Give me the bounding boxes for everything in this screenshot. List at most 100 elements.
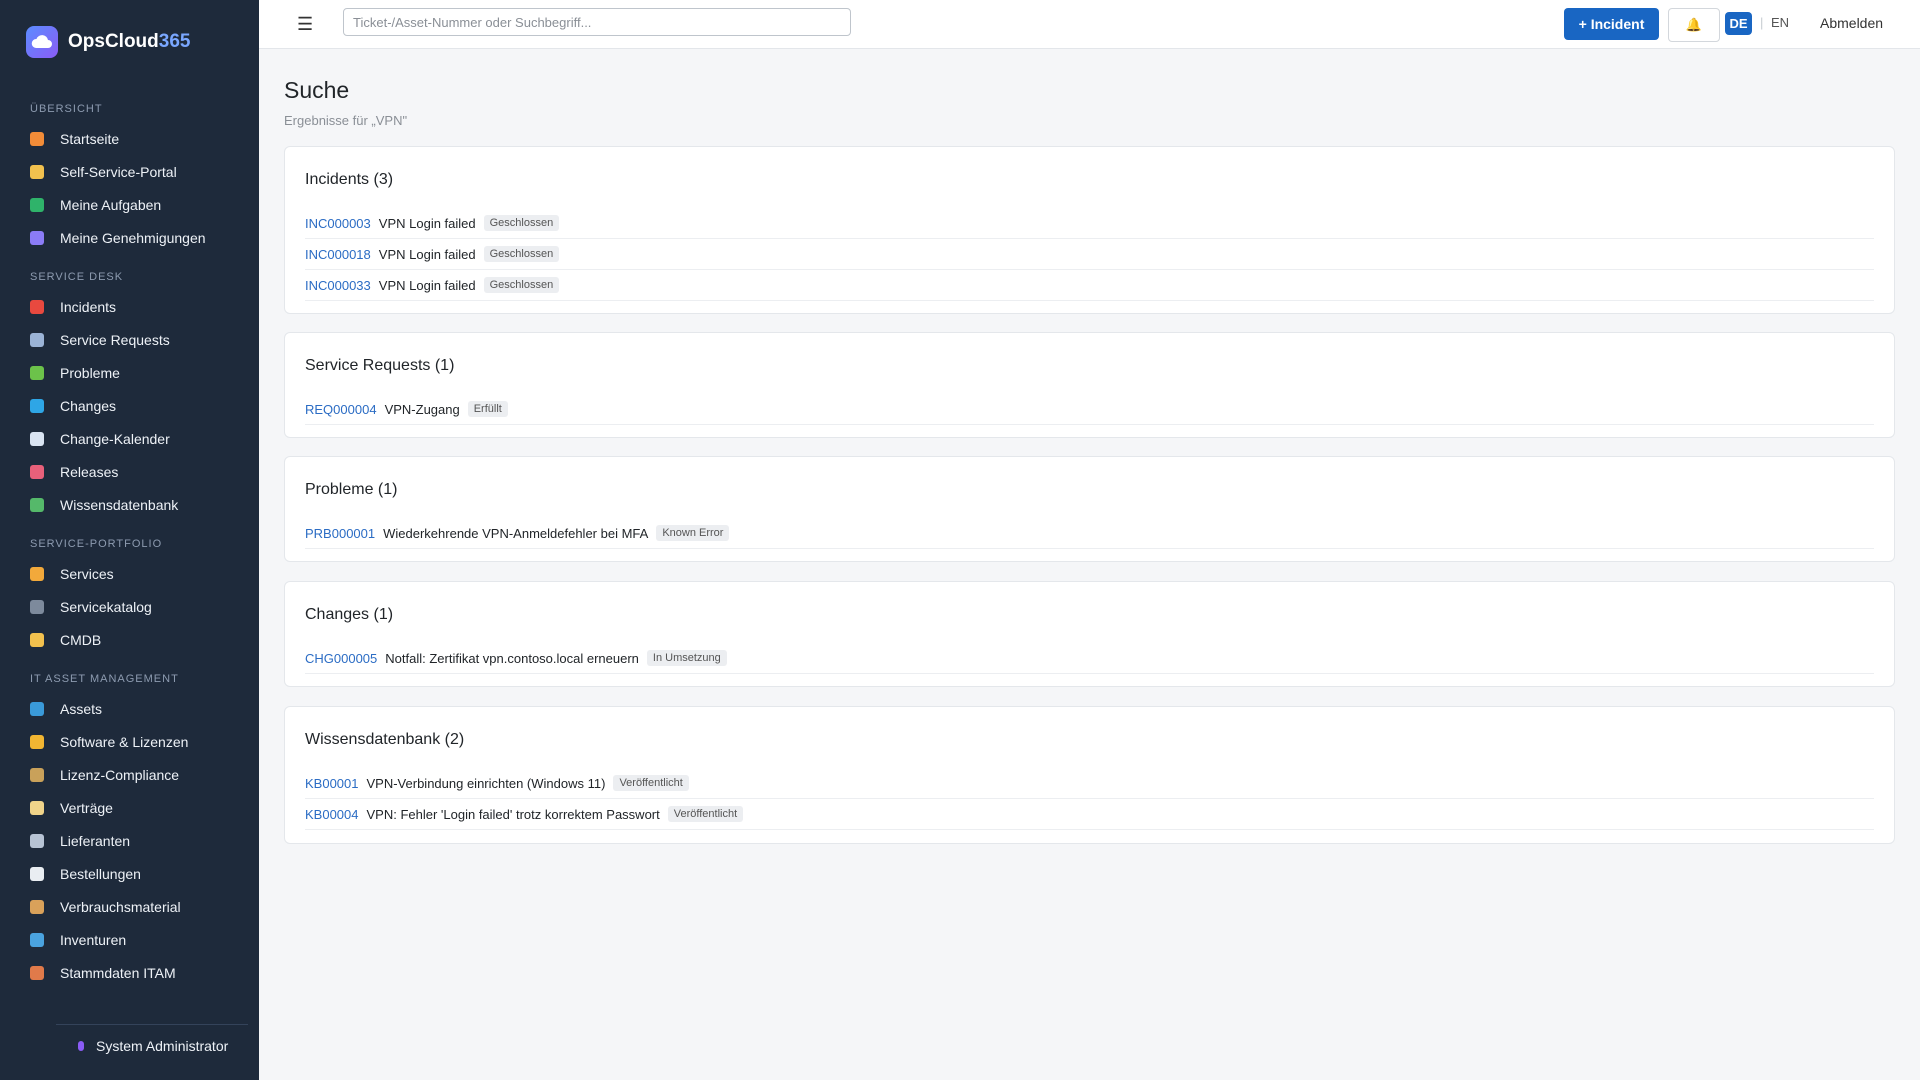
language-en-button[interactable]: EN <box>1771 15 1789 30</box>
notifications-button[interactable]: 🔔 <box>1668 8 1720 42</box>
sidebar-item-probleme[interactable]: Probleme <box>0 356 259 389</box>
result-title: VPN-Verbindung einrichten (Windows 11) <box>366 775 606 791</box>
rocket-icon <box>30 464 44 479</box>
sidebar-item-label: Startseite <box>60 130 120 147</box>
sidebar-item-services[interactable]: Services <box>0 557 259 590</box>
result-id-link[interactable]: KB00004 <box>305 807 359 822</box>
sidebar-item-verbrauchsmaterial[interactable]: Verbrauchsmaterial <box>0 890 259 923</box>
bricks-icon <box>30 965 44 980</box>
person-icon <box>30 164 44 179</box>
result-id-link[interactable]: KB00001 <box>305 776 359 791</box>
result-row: INC000003 VPN Login failed Geschlossen <box>305 208 1874 239</box>
status-badge: Geschlossen <box>483 277 560 293</box>
sidebar-item-stammdaten-itam[interactable]: Stammdaten ITAM <box>0 956 259 989</box>
result-card: Changes (1) CHG000005 Notfall: Zertifikat … <box>284 581 1895 687</box>
result-id-link[interactable]: REQ000004 <box>305 402 377 417</box>
brand-name-accent: 365 <box>158 31 191 52</box>
sidebar-item-lieferanten[interactable]: Lieferanten <box>0 824 259 857</box>
result-id-link[interactable]: INC000018 <box>305 247 371 262</box>
result-row: INC000033 VPN Login failed Geschlossen <box>305 270 1874 301</box>
status-badge: Geschlossen <box>483 246 560 262</box>
sidebar-item-bestellungen[interactable]: Bestellungen <box>0 857 259 890</box>
sidebar-item-releases[interactable]: Releases <box>0 455 259 488</box>
sidebar-item-self-service-portal[interactable]: Self-Service-Portal <box>0 155 259 188</box>
cloud-logo-icon <box>26 26 58 58</box>
sidebar-item-assets[interactable]: Assets <box>0 692 259 725</box>
sidebar-item-label: Probleme <box>60 364 120 381</box>
sidebar-section-heading: Service Desk <box>30 271 124 283</box>
result-card: Probleme (1) PRB000001 Wiederkehrende VPN-… <box>284 456 1895 562</box>
checkmark-icon <box>30 230 44 245</box>
refresh-icon <box>30 398 44 413</box>
sidebar-item-service-requests[interactable]: Service Requests <box>0 323 259 356</box>
sidebar-divider <box>56 1024 248 1025</box>
laptop-icon <box>30 701 44 716</box>
home-icon <box>30 131 44 146</box>
bell-icon: 🔔 <box>1685 17 1703 32</box>
result-card: Incidents (3) INC000003 VPN Login failed Ge… <box>284 146 1895 314</box>
sidebar-item-meine-genehmigungen[interactable]: Meine Genehmigungen <box>0 221 259 254</box>
sidebar-item-inventuren[interactable]: Inventuren <box>0 923 259 956</box>
sidebar-item-label: Meine Genehmigungen <box>60 229 206 246</box>
result-id-link[interactable]: CHG000005 <box>305 651 377 666</box>
search-input[interactable] <box>343 8 851 36</box>
user-icon <box>78 1041 84 1051</box>
topbar: ☰ + Incident 🔔 DE | EN Abmelden <box>259 0 1920 49</box>
sidebar-item-change-kalender[interactable]: Change-Kalender <box>0 422 259 455</box>
bell-icon <box>30 566 44 581</box>
result-title: Wiederkehrende VPN-Anmeldefehler bei MFA <box>383 525 649 541</box>
sidebar-item-label: Wissensdatenbank <box>60 496 179 513</box>
sidebar-item-software-lizenzen[interactable]: Software & Lizenzen <box>0 725 259 758</box>
result-id-link[interactable]: INC000033 <box>305 278 371 293</box>
sidebar-item-verträge[interactable]: Verträge <box>0 791 259 824</box>
result-id-link[interactable]: PRB000001 <box>305 526 375 541</box>
sidebar-section-heading: Service-Portfolio <box>30 538 163 550</box>
status-badge: In Umsetzung <box>646 650 727 666</box>
magnifier-icon <box>30 932 44 947</box>
status-badge: Veröffentlicht <box>613 775 689 791</box>
folder-icon <box>30 632 44 647</box>
sidebar-item-label: Stammdaten ITAM <box>60 964 176 981</box>
sidebar-item-label: Bestellungen <box>60 865 141 882</box>
hamburger-menu-icon[interactable]: ☰ <box>297 14 313 35</box>
sidebar-item-incidents[interactable]: Incidents <box>0 290 259 323</box>
language-de-button[interactable]: DE <box>1725 12 1752 35</box>
siren-icon <box>30 299 44 314</box>
sidebar-item-label: Verbrauchsmaterial <box>60 898 181 915</box>
sidebar: OpsCloud365 Übersicht Startseite Self-Serv… <box>0 0 259 1080</box>
result-row: CHG000005 Notfall: Zertifikat vpn.contoso… <box>305 643 1874 674</box>
keyboard-icon <box>30 599 44 614</box>
sidebar-item-label: Lieferanten <box>60 832 131 849</box>
building-icon <box>30 833 44 848</box>
result-card: Wissensdatenbank (2) KB00001 VPN-Verbindun… <box>284 706 1895 844</box>
sidebar-item-lizenz-compliance[interactable]: Lizenz-Compliance <box>0 758 259 791</box>
sidebar-item-label: Change-Kalender <box>60 430 170 447</box>
envelope-icon <box>30 332 44 347</box>
result-row: KB00004 VPN: Fehler 'Login failed' trotz … <box>305 799 1874 830</box>
result-card-title: Wissensdatenbank (2) <box>305 731 465 748</box>
logout-button[interactable]: Abmelden <box>1820 15 1883 31</box>
brand-name-main: OpsCloud <box>68 31 159 52</box>
sidebar-item-changes[interactable]: Changes <box>0 389 259 422</box>
sidebar-item-cmdb[interactable]: CMDB <box>0 623 259 656</box>
brand[interactable]: OpsCloud365 <box>26 26 190 58</box>
sidebar-item-startseite[interactable]: Startseite <box>0 122 259 155</box>
result-card-title: Probleme (1) <box>305 481 398 498</box>
result-id-link[interactable]: INC000003 <box>305 216 371 231</box>
user-footer[interactable]: System Administrator <box>78 1038 228 1054</box>
sidebar-section-heading: Übersicht <box>30 103 103 115</box>
language-separator: | <box>1760 15 1764 30</box>
sidebar-item-label: Lizenz-Compliance <box>60 766 180 783</box>
books-icon <box>30 497 44 512</box>
sidebar-item-label: Service Requests <box>60 331 170 348</box>
result-title: VPN: Fehler 'Login failed' trotz korrekt… <box>366 806 660 822</box>
box-icon <box>30 899 44 914</box>
sidebar-item-servicekatalog[interactable]: Servicekatalog <box>0 590 259 623</box>
sidebar-item-label: Inventuren <box>60 931 127 948</box>
result-card-title: Service Requests (1) <box>305 357 455 374</box>
sidebar-item-wissensdatenbank[interactable]: Wissensdatenbank <box>0 488 259 521</box>
new-incident-button[interactable]: + Incident <box>1564 8 1659 40</box>
sidebar-item-label: Servicekatalog <box>60 598 152 615</box>
sidebar-item-meine-aufgaben[interactable]: Meine Aufgaben <box>0 188 259 221</box>
page-subtitle: Ergebnisse für „VPN" <box>284 113 408 128</box>
